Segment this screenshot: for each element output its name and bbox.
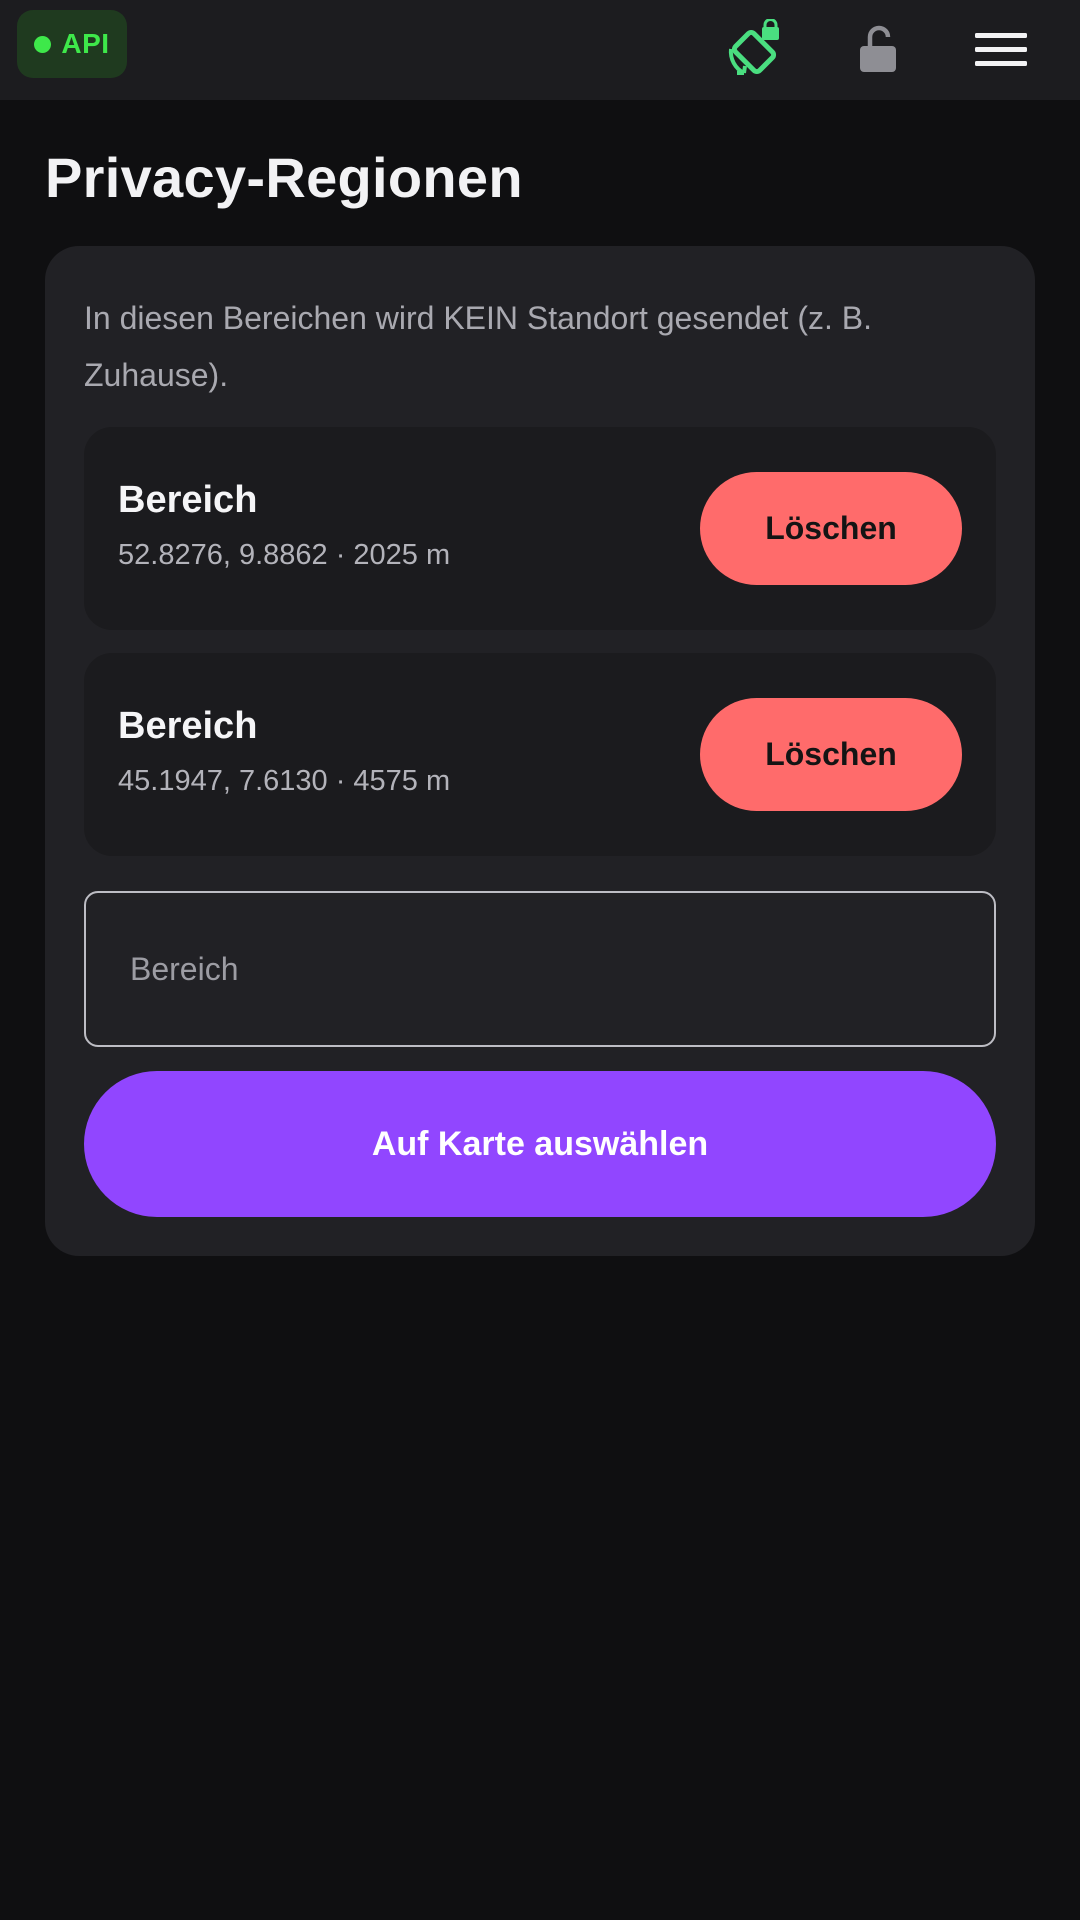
region-item: Bereich 45.1947, 7.6130 · 4575 m Löschen — [84, 653, 996, 856]
rotate-lock-icon — [728, 19, 779, 75]
region-name: Bereich — [118, 705, 258, 747]
select-on-map-button[interactable]: Auf Karte auswählen — [84, 1071, 996, 1217]
region-name: Bereich — [118, 479, 258, 521]
unlock-icon — [860, 25, 896, 72]
delete-region-button[interactable]: Löschen — [700, 698, 962, 811]
description-text: In diesen Bereichen wird KEIN Standort g… — [84, 300, 872, 393]
rotation-lock-button[interactable] — [715, 10, 795, 90]
menu-button[interactable] — [961, 10, 1041, 90]
menu-icon — [975, 33, 1027, 66]
page-title: Privacy-Regionen — [45, 146, 523, 209]
region-name-input[interactable] — [84, 891, 996, 1047]
region-item: Bereich 52.8276, 9.8862 · 2025 m Löschen — [84, 427, 996, 630]
top-bar: API — [0, 0, 1080, 100]
region-coordinates: 52.8276, 9.8862 · 2025 m — [118, 539, 451, 571]
unlock-button[interactable] — [838, 10, 918, 90]
region-coordinates: 45.1947, 7.6130 · 4575 m — [118, 765, 451, 797]
api-status-badge[interactable]: API — [17, 10, 127, 78]
privacy-regions-card: In diesen Bereichen wird KEIN Standort g… — [45, 246, 1035, 1256]
delete-region-button[interactable]: Löschen — [700, 472, 962, 585]
status-dot-icon — [34, 35, 52, 53]
api-badge-label: API — [61, 28, 110, 59]
